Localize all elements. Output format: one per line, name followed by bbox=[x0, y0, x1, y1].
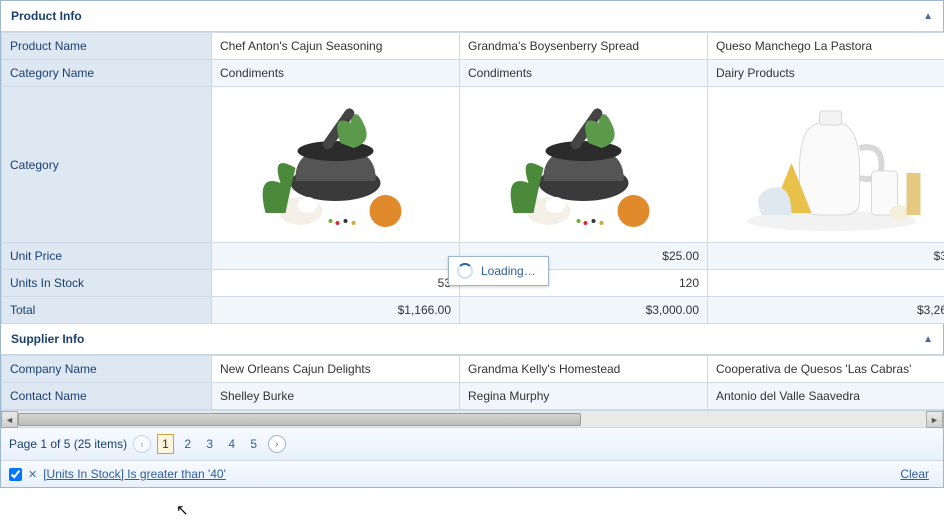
pager-summary: Page 1 of 5 (25 items) bbox=[9, 437, 127, 451]
pager-page-4[interactable]: 4 bbox=[224, 435, 240, 453]
loading-text: Loading… bbox=[481, 264, 536, 278]
scroll-right-button[interactable]: ► bbox=[926, 411, 943, 428]
cell: $3 bbox=[708, 243, 944, 270]
data-grid: Product Info ▲ Product Name Chef Anton's… bbox=[0, 0, 944, 488]
cell: Dairy Products bbox=[708, 60, 944, 87]
row-header: Product Name bbox=[2, 33, 212, 60]
cell: Grandma's Boysenberry Spread bbox=[460, 33, 708, 60]
row-header: Category Name bbox=[2, 60, 212, 87]
row-contact-name: Contact Name Shelley Burke Regina Murphy… bbox=[2, 383, 944, 410]
condiments-icon bbox=[220, 93, 451, 233]
cell: Antonio del Valle Saavedra bbox=[708, 383, 944, 410]
pager-page-2[interactable]: 2 bbox=[180, 435, 196, 453]
pager-page-1[interactable]: 1 bbox=[157, 434, 174, 454]
row-product-name: Product Name Chef Anton's Cajun Seasonin… bbox=[2, 33, 944, 60]
filter-expression-link[interactable]: [Units In Stock] Is greater than '40' bbox=[43, 467, 226, 481]
cell bbox=[212, 243, 460, 270]
group-header-label: Product Info bbox=[11, 9, 82, 23]
row-company-name: Company Name New Orleans Cajun Delights … bbox=[2, 356, 944, 383]
pager-page-3[interactable]: 3 bbox=[202, 435, 218, 453]
collapse-icon: ▲ bbox=[923, 11, 933, 22]
cell: $3,26 bbox=[708, 297, 944, 324]
group-header-product-info[interactable]: Product Info ▲ bbox=[1, 1, 943, 32]
horizontal-scrollbar[interactable]: ◄ ► bbox=[1, 410, 943, 427]
cell: Chef Anton's Cajun Seasoning bbox=[212, 33, 460, 60]
category-image-cell bbox=[212, 87, 460, 243]
pager: Page 1 of 5 (25 items) ‹ 1 2 3 4 5 › bbox=[1, 427, 943, 460]
filter-enable-checkbox[interactable] bbox=[9, 468, 22, 481]
cell: Queso Manchego La Pastora bbox=[708, 33, 944, 60]
group-header-label: Supplier Info bbox=[11, 332, 84, 346]
cell: $1,166.00 bbox=[212, 297, 460, 324]
row-header: Units In Stock bbox=[2, 270, 212, 297]
cell: Condiments bbox=[460, 60, 708, 87]
pager-page-5[interactable]: 5 bbox=[246, 435, 262, 453]
filter-clear-link[interactable]: Clear bbox=[900, 467, 929, 481]
category-image-cell bbox=[460, 87, 708, 243]
row-header: Total bbox=[2, 297, 212, 324]
dairy-icon bbox=[716, 93, 944, 233]
cell: New Orleans Cajun Delights bbox=[212, 356, 460, 383]
spinner-icon bbox=[457, 263, 473, 279]
cell: Shelley Burke bbox=[212, 383, 460, 410]
cell: Cooperativa de Quesos 'Las Cabras' bbox=[708, 356, 944, 383]
cell bbox=[708, 270, 944, 297]
collapse-icon: ▲ bbox=[923, 334, 933, 345]
category-image-cell bbox=[708, 87, 944, 243]
filter-bar: ✕ [Units In Stock] Is greater than '40' … bbox=[1, 460, 943, 487]
cell: Regina Murphy bbox=[460, 383, 708, 410]
filter-icon: ✕ bbox=[28, 468, 37, 481]
pager-next-button[interactable]: › bbox=[268, 435, 286, 453]
scroll-track[interactable] bbox=[18, 411, 926, 427]
pager-prev-button[interactable]: ‹ bbox=[133, 435, 151, 453]
loading-indicator: Loading… bbox=[448, 256, 549, 286]
row-category-name: Category Name Condiments Condiments Dair… bbox=[2, 60, 944, 87]
row-header: Company Name bbox=[2, 356, 212, 383]
cell: 53 bbox=[212, 270, 460, 297]
condiments-icon bbox=[468, 93, 699, 233]
group-header-supplier-info[interactable]: Supplier Info ▲ bbox=[1, 324, 943, 355]
row-header: Unit Price bbox=[2, 243, 212, 270]
cell: Condiments bbox=[212, 60, 460, 87]
row-header: Contact Name bbox=[2, 383, 212, 410]
scroll-thumb[interactable] bbox=[18, 413, 581, 426]
cell: Grandma Kelly's Homestead bbox=[460, 356, 708, 383]
scroll-left-button[interactable]: ◄ bbox=[1, 411, 18, 428]
row-total: Total $1,166.00 $3,000.00 $3,26 bbox=[2, 297, 944, 324]
row-category: Category bbox=[2, 87, 944, 243]
mouse-cursor-icon: ↖ bbox=[176, 501, 189, 519]
cell: $3,000.00 bbox=[460, 297, 708, 324]
row-header: Category bbox=[2, 87, 212, 243]
supplier-info-table: Company Name New Orleans Cajun Delights … bbox=[1, 355, 944, 410]
